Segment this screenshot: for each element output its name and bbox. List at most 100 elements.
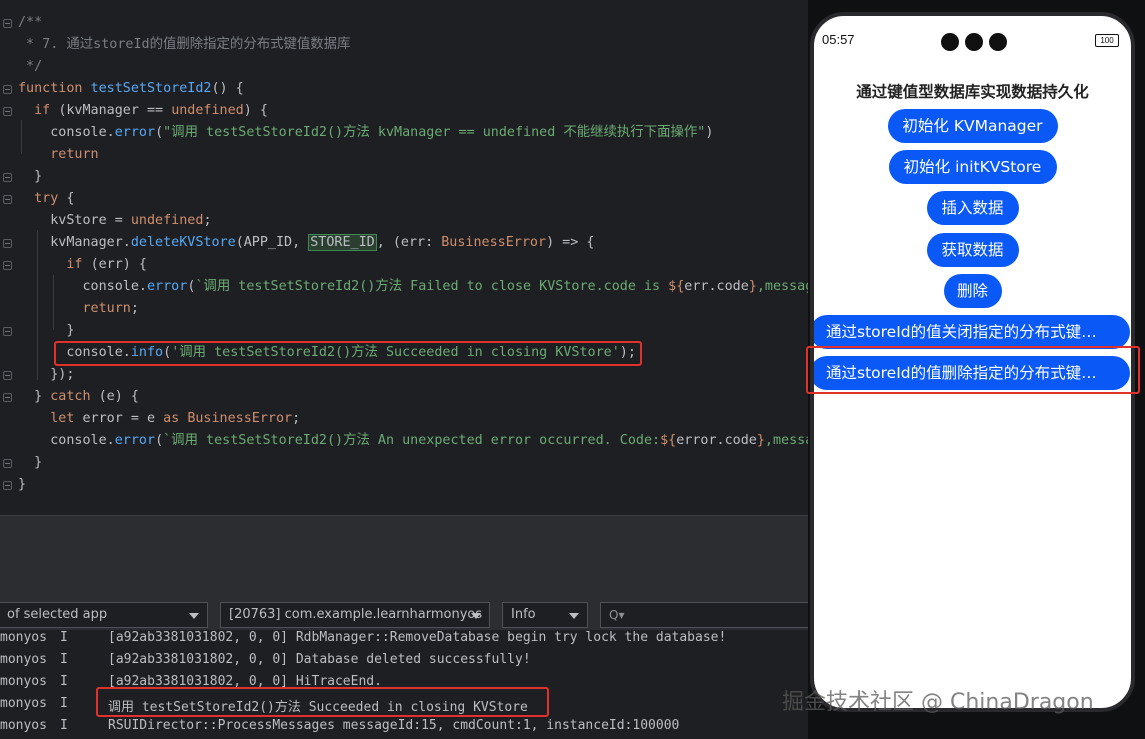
init-kvmanager-button[interactable]: 初始化 KVManager [887, 109, 1058, 143]
log-level: I [60, 718, 68, 733]
code-token: error [114, 125, 156, 140]
code-line: console.error("调用 testSetStoreId2()方法 kv… [18, 122, 713, 144]
highlight-log-row [96, 687, 549, 717]
code-token: BusinessError [187, 411, 293, 426]
code-line: } [18, 452, 42, 474]
code-token: } [18, 169, 43, 184]
code-token: ; [292, 411, 301, 426]
code-token: } [18, 455, 43, 470]
code-line: /** [18, 12, 42, 34]
fold-icon[interactable] [3, 107, 12, 116]
code-token: error [114, 433, 156, 448]
code-token: error = e [82, 411, 164, 426]
chevron-down-icon [189, 613, 199, 619]
code-token: error [147, 279, 188, 294]
page-title: 通过键值型数据库实现数据持久化 [856, 83, 1089, 101]
insert-data-button[interactable]: 插入数据 [926, 191, 1019, 225]
code-token: let [18, 411, 83, 426]
init-kvstore-button[interactable]: 初始化 initKVStore [888, 150, 1057, 184]
log-tag: monyos [0, 674, 47, 689]
code-token: return [18, 147, 99, 162]
code-line: try { [18, 188, 74, 210]
fold-icon[interactable] [3, 19, 12, 28]
indent-guide [53, 275, 54, 330]
code-token: undefined [130, 213, 204, 228]
fold-icon[interactable] [3, 85, 12, 94]
level-value: Info [511, 607, 536, 622]
log-level: I [60, 652, 68, 667]
battery-icon: 100 [1095, 34, 1119, 47]
code-token: ( [155, 433, 164, 448]
code-token: testSetStoreId2 [90, 81, 212, 96]
code-editor[interactable]: /** * 7. 通过storeId的值删除指定的分布式键值数据库 */ func… [0, 0, 808, 515]
process-select[interactable]: [20763] com.example.learnharmonyos [220, 602, 490, 628]
code-token: ) [705, 125, 714, 140]
code-token: , (err: [376, 235, 442, 250]
fold-icon[interactable] [3, 195, 12, 204]
fold-icon[interactable] [3, 481, 12, 490]
code-token: console. [18, 433, 115, 448]
code-token: if [18, 103, 59, 118]
highlight-info-line [54, 341, 642, 366]
code-token: ; [130, 301, 139, 316]
get-data-button[interactable]: 获取数据 [926, 233, 1019, 267]
level-select[interactable]: Info [502, 602, 588, 628]
status-time: 05:57 [822, 32, 855, 47]
fold-icon[interactable] [3, 239, 12, 248]
code-token: (e) { [98, 389, 139, 404]
fold-icon[interactable] [3, 371, 12, 380]
indent-guide [21, 120, 22, 154]
code-line: */ [18, 56, 42, 78]
code-token: error.code [676, 433, 757, 448]
code-line: } [18, 166, 42, 188]
editor-gutter [0, 0, 18, 515]
code-token: function [18, 81, 91, 96]
fold-icon[interactable] [3, 327, 12, 336]
log-tag: monyos [0, 630, 47, 645]
code-line: if (kvManager == undefined) { [18, 100, 268, 122]
code-line: } [18, 320, 74, 342]
code-token: */ [18, 59, 43, 74]
code-line: }); [18, 364, 74, 386]
code-token: return [18, 301, 131, 316]
chevron-down-icon [569, 613, 579, 619]
chevron-down-icon [471, 613, 481, 619]
fold-icon[interactable] [3, 173, 12, 182]
code-token: } [756, 433, 765, 448]
code-token: if [18, 257, 91, 272]
code-line: * 7. 通过storeId的值删除指定的分布式键值数据库 [18, 34, 350, 56]
log-message: [a92ab3381031802, 0, 0] RdbManager::Remo… [108, 630, 727, 645]
log-tag: monyos [0, 696, 47, 711]
code-token: } [18, 477, 27, 492]
app-filter-select[interactable]: of selected app [0, 602, 208, 628]
code-token: { [66, 191, 75, 206]
code-token: ${ [668, 279, 685, 294]
code-token: `调用 testSetStoreId2()方法 Failed to close … [195, 279, 669, 294]
fold-icon[interactable] [3, 459, 12, 468]
close-by-storeid-button[interactable]: 通过storeId的值关闭指定的分布式键值数据库 [814, 315, 1130, 349]
fold-icon[interactable] [3, 261, 12, 270]
app-filter-value: of selected app [7, 607, 108, 622]
fold-icon[interactable] [3, 393, 12, 402]
panel-header [0, 515, 808, 540]
code-line: kvStore = undefined; [18, 210, 211, 232]
log-search-input[interactable]: Q▾ [600, 602, 810, 628]
code-token: catch [50, 389, 99, 404]
code-token: /** [18, 15, 43, 30]
code-token: (err) { [90, 257, 147, 272]
log-level: I [60, 674, 68, 689]
code-token: `调用 testSetStoreId2()方法 An unexpected er… [163, 433, 661, 448]
code-token: ,message: [764, 433, 808, 448]
code-token: err.code [684, 279, 749, 294]
code-token: try [18, 191, 67, 206]
code-line: } catch (e) { [18, 386, 139, 408]
code-token: kvStore = [18, 213, 131, 228]
delete-button[interactable]: 删除 [943, 274, 1002, 308]
indent-guide [37, 230, 38, 380]
log-message: [a92ab3381031802, 0, 0] Database deleted… [108, 652, 531, 667]
process-value: [20763] com.example.learnharmonyos [229, 607, 483, 622]
code-token: "调用 testSetStoreId2()方法 kvManager == und… [163, 125, 706, 140]
camera-icon [989, 33, 1007, 51]
log-level: I [60, 630, 68, 645]
camera-icon [965, 33, 983, 51]
